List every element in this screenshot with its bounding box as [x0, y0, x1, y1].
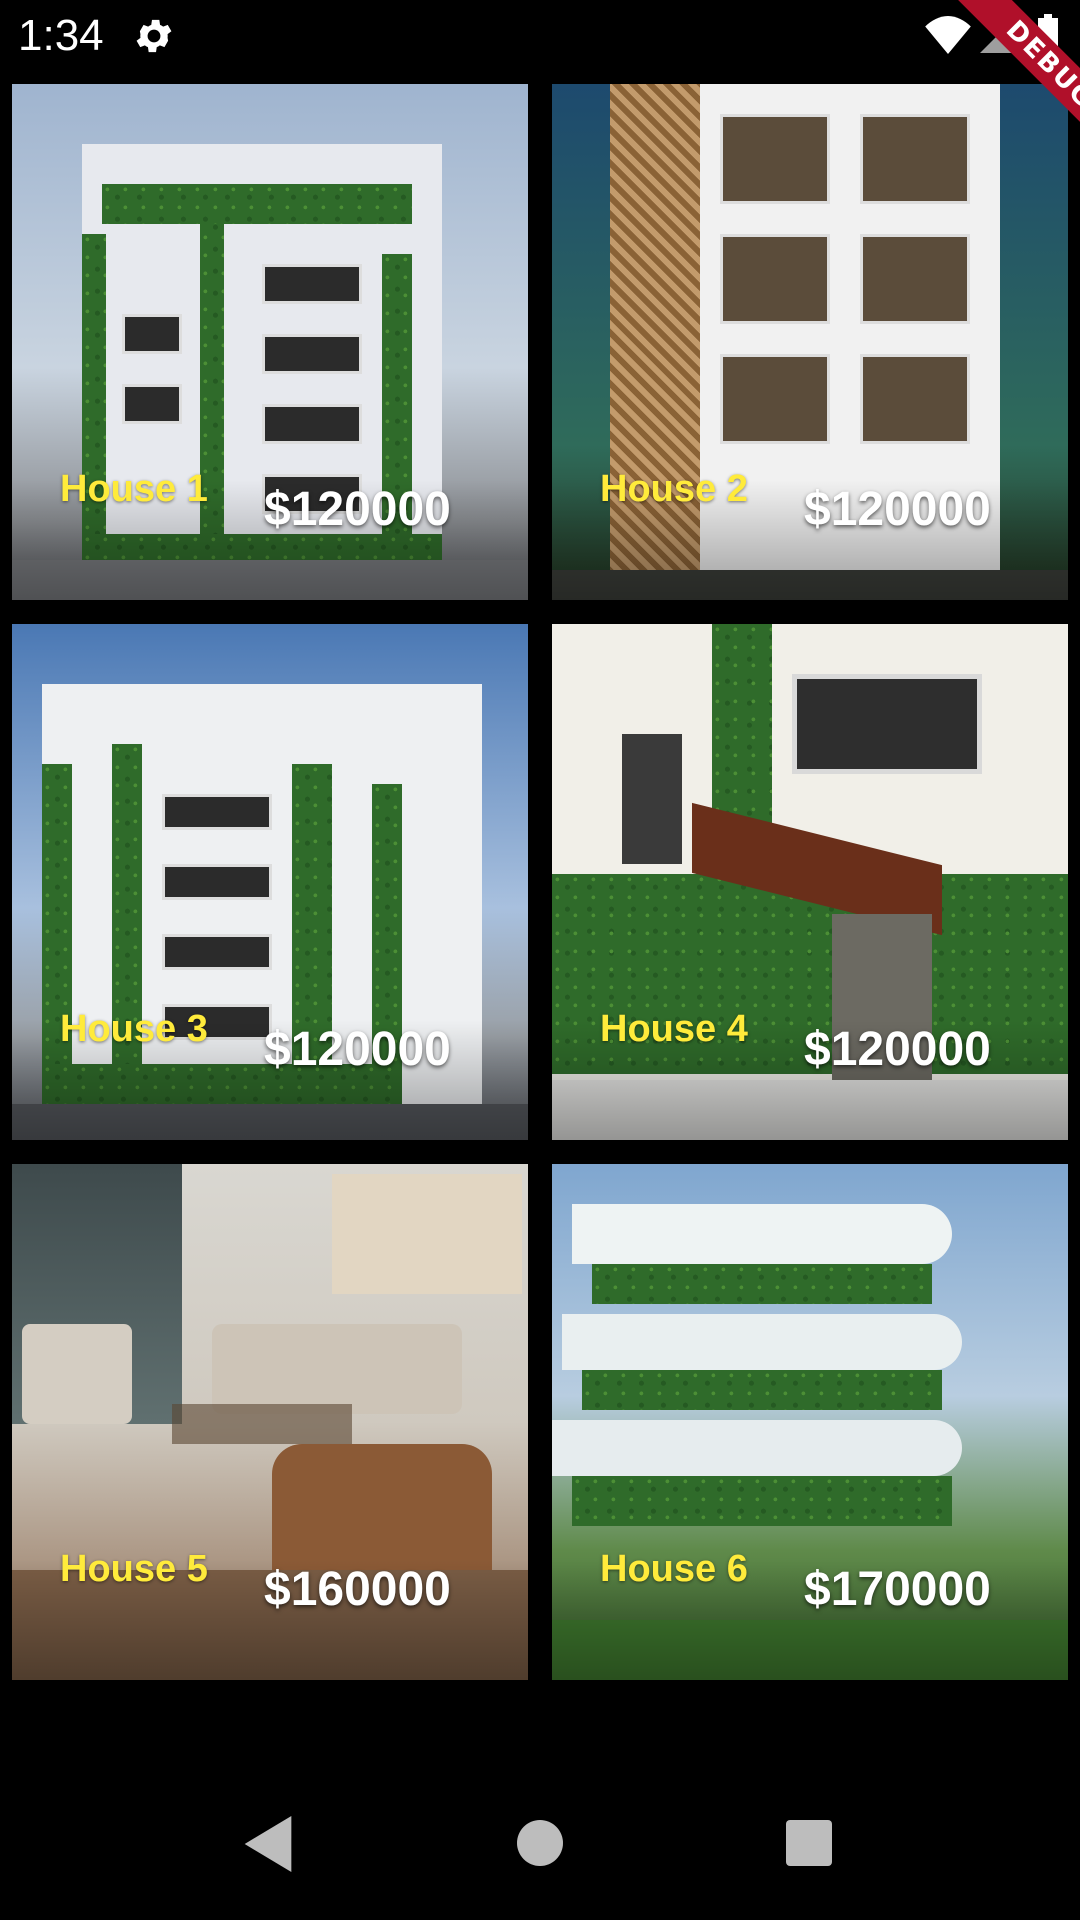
navigation-bar	[0, 1776, 1080, 1920]
house-card-6[interactable]: House 6 $170000	[552, 1164, 1068, 1680]
status-bar: 1:34	[0, 0, 1080, 72]
house-6-name: House 6	[600, 1548, 748, 1590]
house-2-name: House 2	[600, 468, 748, 510]
house-5-price: $160000	[264, 1563, 451, 1616]
recents-icon[interactable]	[786, 1820, 832, 1866]
house-4-price: $120000	[804, 1023, 991, 1076]
wifi-icon	[925, 16, 971, 54]
home-icon[interactable]	[517, 1820, 563, 1866]
house-card-4[interactable]: House 4 $120000	[552, 624, 1068, 1140]
battery-icon	[1038, 14, 1058, 54]
house-1-price: $120000	[264, 483, 451, 536]
house-card-5[interactable]: House 5 $160000	[12, 1164, 528, 1680]
house-3-name: House 3	[60, 1008, 208, 1050]
house-6-price: $170000	[804, 1563, 991, 1616]
house-3-price: $120000	[264, 1023, 451, 1076]
back-icon[interactable]	[244, 1816, 292, 1872]
house-card-2[interactable]: House 2 $120000	[552, 84, 1068, 600]
house-card-3[interactable]: House 3 $120000	[12, 624, 528, 1140]
house-card-1[interactable]: House 1 $120000	[12, 84, 528, 600]
settings-gear-icon	[136, 19, 172, 53]
house-2-price: $120000	[804, 483, 991, 536]
house-5-name: House 5	[60, 1548, 208, 1590]
status-time: 1:34	[18, 11, 104, 60]
house-4-name: House 4	[600, 1008, 748, 1050]
house-1-name: House 1	[60, 468, 208, 510]
cell-signal-icon	[980, 17, 1016, 53]
